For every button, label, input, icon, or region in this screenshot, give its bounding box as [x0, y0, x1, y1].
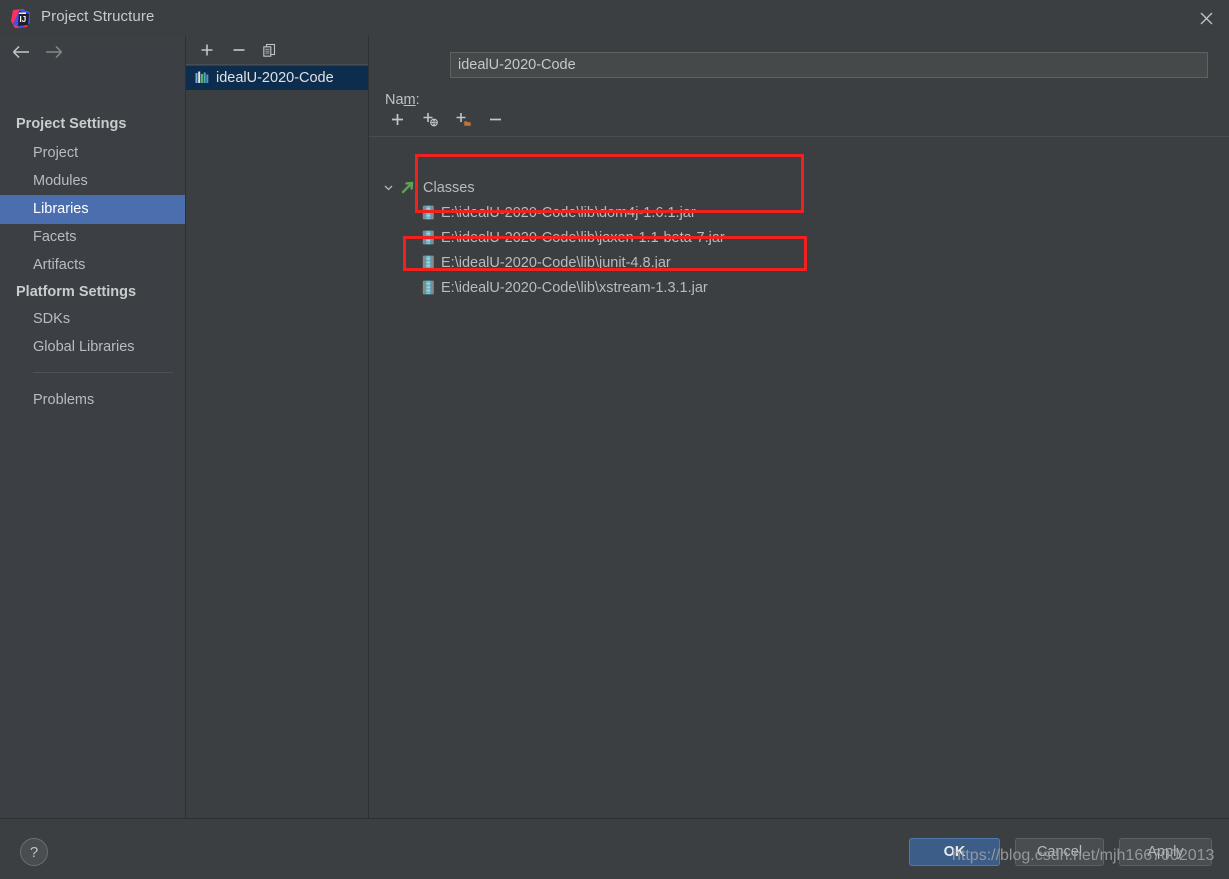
jar-file-icon: [422, 205, 435, 220]
copy-icon[interactable]: [258, 39, 280, 61]
library-list-panel: idealU-2020-Code: [186, 36, 369, 818]
jar-path-label: E:\idealU-2020-Code\lib\dom4j-1.6.1.jar: [441, 204, 696, 221]
dialog-footer: ? OK Cancel Apply: [0, 818, 1229, 879]
sidebar-navigation: [0, 36, 185, 66]
sidebar-item-artifacts[interactable]: Artifacts: [0, 251, 185, 280]
sidebar-item-sdks[interactable]: SDKs: [0, 305, 185, 334]
tree-node-jar[interactable]: E:\idealU-2020-Code\lib\jaxen-1.1-beta-7…: [369, 225, 725, 250]
svg-text:IJ: IJ: [20, 15, 27, 24]
remove-library-button[interactable]: [228, 39, 250, 61]
plus-folder-icon[interactable]: [451, 107, 475, 131]
plus-globe-icon[interactable]: [418, 107, 442, 131]
window-title: Project Structure: [41, 8, 155, 25]
add-library-button[interactable]: [196, 39, 218, 61]
project-structure-dialog: IJ Project Structure Project Settings Pl…: [0, 0, 1229, 879]
classes-toolbar: [377, 106, 1217, 132]
library-roots-tree: Classes E:\idealU-2020-Code\lib\dom4j-1.…: [369, 136, 1229, 819]
tree-node-jar[interactable]: E:\idealU-2020-Code\lib\dom4j-1.6.1.jar: [369, 200, 696, 225]
tree-node-label: Classes: [423, 179, 475, 196]
name-input[interactable]: [450, 52, 1208, 78]
sidebar-group-project-settings: Project Settings: [16, 116, 127, 132]
add-root-button[interactable]: [385, 107, 409, 131]
jar-file-icon: [422, 255, 435, 270]
list-item[interactable]: idealU-2020-Code: [186, 66, 368, 90]
apply-button[interactable]: Apply: [1119, 838, 1212, 866]
arrow-left-icon[interactable]: [10, 42, 32, 62]
tree-node-classes[interactable]: Classes: [369, 175, 475, 200]
jar-file-icon: [422, 280, 435, 295]
library-bars-icon: [195, 71, 210, 85]
title-bar: IJ Project Structure: [0, 0, 1229, 36]
library-name: idealU-2020-Code: [216, 70, 334, 86]
intellij-idea-icon: IJ: [10, 8, 31, 29]
settings-sidebar: Project Settings Platform Settings Proje…: [0, 36, 186, 818]
cancel-button[interactable]: Cancel: [1015, 838, 1104, 866]
green-arrow-icon: [401, 180, 417, 196]
sidebar-item-libraries[interactable]: Libraries: [0, 195, 185, 224]
sidebar-item-modules[interactable]: Modules: [0, 167, 185, 196]
tree-node-jar[interactable]: E:\idealU-2020-Code\lib\junit-4.8.jar: [369, 250, 671, 275]
jar-path-label: E:\idealU-2020-Code\lib\jaxen-1.1-beta-7…: [441, 229, 725, 246]
ok-button[interactable]: OK: [909, 838, 1000, 866]
sidebar-item-global-libraries[interactable]: Global Libraries: [0, 333, 185, 362]
chevron-down-icon[interactable]: [381, 180, 396, 195]
sidebar-item-problems[interactable]: Problems: [0, 386, 185, 415]
sidebar-item-facets[interactable]: Facets: [0, 223, 185, 252]
sidebar-item-project[interactable]: Project: [0, 139, 185, 168]
arrow-right-icon[interactable]: [42, 42, 64, 62]
jar-path-label: E:\idealU-2020-Code\lib\junit-4.8.jar: [441, 254, 671, 271]
help-button[interactable]: ?: [20, 838, 48, 866]
remove-root-button[interactable]: [483, 107, 507, 131]
jar-file-icon: [422, 230, 435, 245]
sidebar-divider: [33, 372, 173, 373]
library-detail-panel: Nam: idealU-2020-Code Classes E:\idealU-…: [369, 36, 1229, 818]
library-list-toolbar: [186, 36, 368, 65]
jar-path-label: E:\idealU-2020-Code\lib\xstream-1.3.1.ja…: [441, 279, 708, 296]
close-icon[interactable]: [1183, 0, 1229, 36]
tree-node-jar[interactable]: E:\idealU-2020-Code\lib\xstream-1.3.1.ja…: [369, 275, 708, 300]
sidebar-group-platform-settings: Platform Settings: [16, 284, 137, 300]
